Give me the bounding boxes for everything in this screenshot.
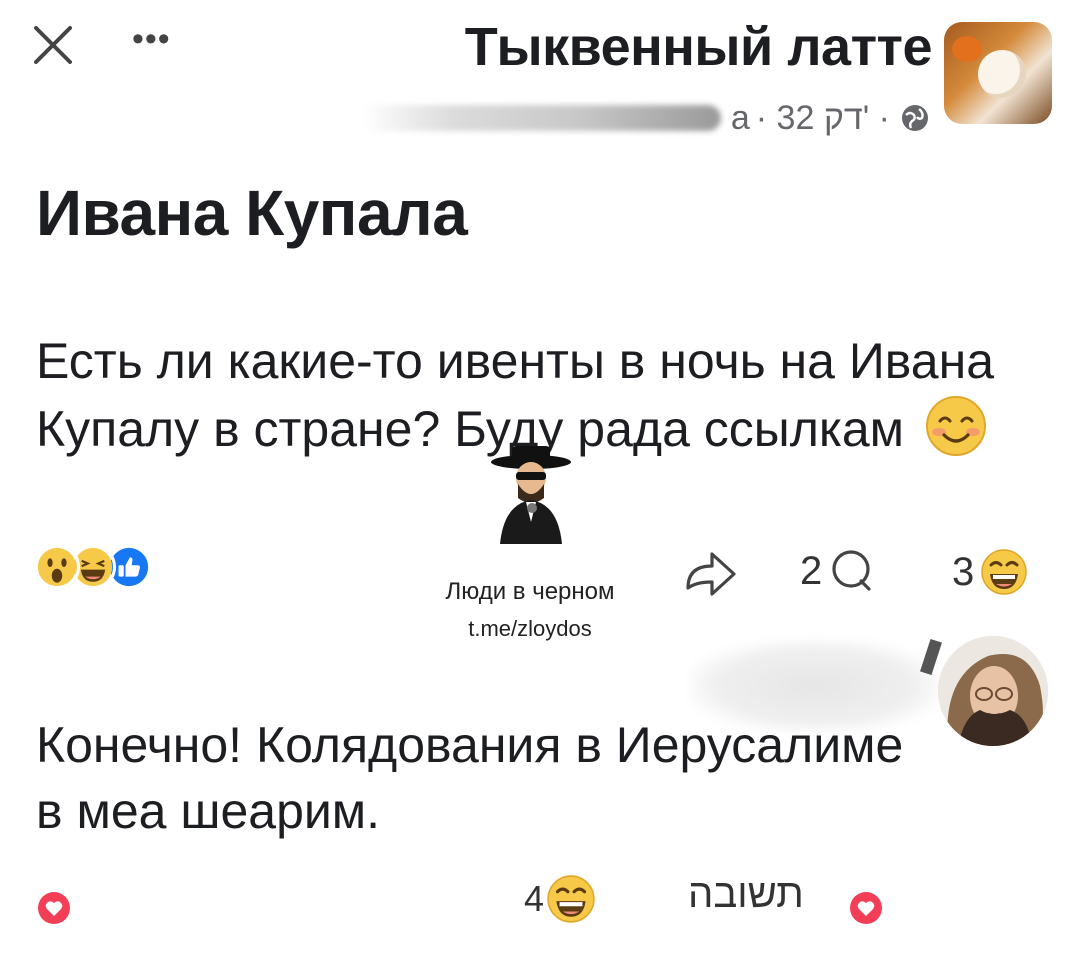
comment-laugh-reactions[interactable]: 4 bbox=[524, 874, 596, 924]
avatar-image bbox=[938, 636, 1048, 746]
laughing-face-icon bbox=[981, 549, 1027, 595]
author-name-suffix: а bbox=[730, 98, 750, 137]
watermark-figure bbox=[486, 444, 576, 544]
watermark-link[interactable]: t.me/zloydos bbox=[400, 616, 660, 642]
comment-text: Конечно! Колядования в Иерусалиме в меа … bbox=[36, 717, 904, 839]
globe-icon bbox=[902, 105, 928, 131]
comment-count-value: 2 bbox=[800, 548, 823, 593]
comment-icon bbox=[832, 550, 871, 591]
heart-icon bbox=[850, 892, 882, 924]
comment-like-left-button[interactable] bbox=[34, 888, 74, 928]
post-body: Есть ли какие-то ивенты в ночь на Ивана … bbox=[36, 328, 1036, 462]
comment-count[interactable]: 2 bbox=[800, 548, 874, 594]
group-title[interactable]: Тыквенный латте bbox=[465, 16, 933, 78]
smiling-face-icon bbox=[925, 396, 986, 456]
post-laugh-count: 3 bbox=[952, 549, 975, 594]
watermark-title: Люди в черном bbox=[445, 578, 615, 605]
post-laugh-reactions[interactable]: 3 bbox=[952, 548, 1028, 596]
group-avatar[interactable] bbox=[944, 22, 1052, 124]
reaction-summary[interactable] bbox=[34, 544, 174, 592]
pumpkin-image bbox=[952, 36, 982, 62]
laughing-face-icon bbox=[547, 875, 595, 923]
close-button[interactable] bbox=[28, 20, 78, 70]
heart-icon bbox=[38, 892, 70, 924]
author-name-blurred[interactable] bbox=[360, 105, 721, 131]
reply-button[interactable]: תשובה bbox=[688, 872, 804, 917]
share-button[interactable] bbox=[680, 540, 740, 596]
post-body-text: Есть ли какие-то ивенты в ночь на Ивана … bbox=[36, 333, 995, 457]
comment-like-right-button[interactable] bbox=[846, 888, 886, 928]
post-title: Ивана Купала bbox=[36, 177, 468, 249]
share-icon bbox=[686, 552, 736, 596]
comment-laugh-count: 4 bbox=[524, 878, 545, 919]
wow-icon bbox=[34, 544, 80, 590]
close-icon bbox=[34, 26, 72, 64]
latte-cup-image bbox=[978, 50, 1026, 98]
post-time: · 32 דק' · bbox=[755, 98, 890, 137]
post-meta: а · 32 דק' · bbox=[360, 96, 930, 140]
more-options-button[interactable]: ••• bbox=[132, 22, 192, 64]
commenter-avatar[interactable] bbox=[938, 636, 1048, 746]
